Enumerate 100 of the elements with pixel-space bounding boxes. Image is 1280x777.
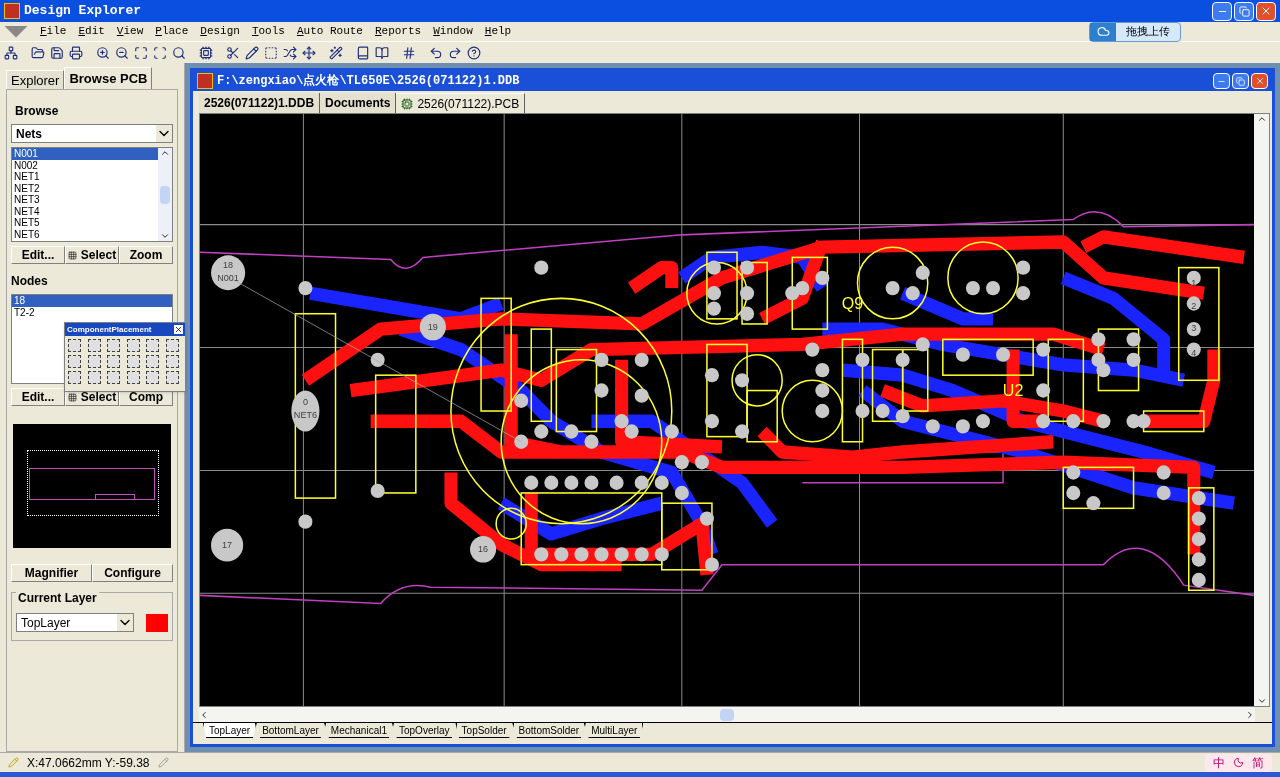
scroll-thumb[interactable] bbox=[720, 708, 734, 721]
menu-item[interactable]: Edit bbox=[78, 23, 105, 40]
pen-icon bbox=[8, 757, 19, 768]
document-tab[interactable]: 2526(071122)1.DDB bbox=[199, 93, 321, 113]
menu-item[interactable]: Place bbox=[155, 23, 189, 40]
close-button[interactable] bbox=[1256, 1, 1276, 21]
palette-title: ComponentPlacement bbox=[67, 323, 152, 336]
minimize-button[interactable] bbox=[1213, 73, 1230, 89]
pcb-label: 16 bbox=[478, 544, 489, 555]
scroll-right-icon bbox=[1245, 709, 1255, 720]
layer-tab[interactable]: TopSolder bbox=[455, 723, 513, 738]
book-button[interactable] bbox=[356, 45, 370, 60]
window-title: Design Explorer bbox=[24, 2, 142, 21]
save-button[interactable] bbox=[50, 45, 64, 60]
group-label: Current Layer bbox=[16, 591, 99, 605]
document-icon bbox=[197, 73, 213, 89]
document-tab[interactable]: Documents bbox=[320, 93, 397, 113]
pcb-label: NET6 bbox=[293, 410, 317, 421]
selection-button[interactable] bbox=[264, 45, 278, 60]
panel-button[interactable]: Select bbox=[65, 246, 119, 264]
menu-item[interactable]: Design bbox=[200, 23, 240, 40]
help-button[interactable] bbox=[467, 45, 481, 60]
node-list-item[interactable]: 18 bbox=[12, 295, 172, 307]
layer-tab[interactable]: Mechanical1 bbox=[324, 723, 393, 738]
maximize-icon bbox=[1236, 76, 1245, 86]
chip-button[interactable] bbox=[199, 45, 213, 60]
pcb-label: 0 bbox=[302, 396, 308, 407]
scissors-button[interactable] bbox=[226, 45, 240, 60]
tree-button[interactable] bbox=[4, 45, 18, 60]
restore-button[interactable] bbox=[1234, 1, 1254, 21]
scroll-left-icon bbox=[199, 709, 209, 720]
panel-button[interactable]: Zoom bbox=[119, 246, 173, 264]
net-list-item[interactable]: NET6 bbox=[12, 228, 158, 240]
panel-button[interactable]: Magnifier bbox=[11, 564, 92, 582]
panel-button[interactable]: Configure bbox=[92, 564, 173, 582]
menu-item[interactable]: Tools bbox=[251, 23, 285, 40]
menu-item[interactable]: View bbox=[116, 23, 144, 40]
maximize-button[interactable] bbox=[1232, 73, 1249, 89]
open-book-button[interactable] bbox=[375, 45, 389, 60]
panel-tab[interactable]: Browse PCB bbox=[64, 67, 153, 89]
close-button[interactable] bbox=[1251, 73, 1268, 89]
document-tab[interactable]: 2526(071122).PCB bbox=[396, 93, 526, 113]
zoom-in-button[interactable] bbox=[96, 45, 110, 60]
net-list-item[interactable]: NET2 bbox=[12, 182, 158, 194]
layer-tab[interactable]: MultiLayer bbox=[585, 723, 644, 738]
group-label: Nodes bbox=[11, 273, 49, 290]
undo-button[interactable] bbox=[429, 45, 443, 60]
shuffle-button[interactable] bbox=[283, 45, 297, 60]
panel-button[interactable]: Edit... bbox=[11, 388, 65, 406]
pcb-label: 19 bbox=[427, 322, 438, 333]
browse-dropdown[interactable]: Nets bbox=[11, 124, 173, 143]
menu-item[interactable]: Window bbox=[433, 23, 473, 40]
net-list-item[interactable]: N002 bbox=[12, 159, 158, 171]
pcb-label: 4 bbox=[1191, 347, 1197, 358]
pcb-label: 3 bbox=[1191, 323, 1197, 334]
upload-button[interactable]: 拖拽上传 bbox=[1089, 21, 1181, 42]
vertical-scrollbar[interactable] bbox=[1254, 114, 1269, 706]
zoom-out-button[interactable] bbox=[115, 45, 129, 60]
open-folder-button[interactable] bbox=[31, 45, 45, 60]
group-label: Browse bbox=[15, 103, 60, 120]
scroll-thumb[interactable] bbox=[160, 185, 170, 204]
ime-indicator: 简 bbox=[1252, 754, 1264, 772]
layer-tab[interactable]: BottomSolder bbox=[512, 723, 586, 738]
pencil-button[interactable] bbox=[245, 45, 259, 60]
zoom-area-button[interactable] bbox=[153, 45, 167, 60]
redo-button[interactable] bbox=[448, 45, 462, 60]
net-list-item[interactable]: NET1 bbox=[12, 171, 158, 183]
layer-dropdown[interactable]: TopLayer bbox=[16, 613, 134, 632]
print-button[interactable] bbox=[69, 45, 83, 60]
grid-button[interactable] bbox=[402, 45, 416, 60]
pcb-icon bbox=[401, 97, 414, 110]
close-icon[interactable] bbox=[174, 325, 183, 334]
grid-icon bbox=[67, 250, 77, 260]
wand-button[interactable] bbox=[329, 45, 343, 60]
panel-tab[interactable]: Explorer bbox=[6, 70, 65, 89]
minimize-button[interactable] bbox=[1212, 1, 1232, 21]
pcb-label: 2 bbox=[1191, 300, 1197, 311]
layer-tab[interactable]: TopOverlay bbox=[393, 723, 456, 738]
pen-icon bbox=[157, 757, 169, 768]
horizontal-scrollbar[interactable] bbox=[199, 707, 1255, 722]
menu-item[interactable]: Auto Route bbox=[296, 23, 363, 40]
net-list-item[interactable]: NET3 bbox=[12, 194, 158, 206]
node-list-item[interactable]: T2-2 bbox=[12, 306, 172, 318]
scroll-up-icon bbox=[1256, 114, 1267, 124]
pcb-label: N001 bbox=[217, 272, 239, 283]
scrollbar[interactable] bbox=[158, 148, 172, 241]
layer-tab[interactable]: BottomLayer bbox=[256, 723, 325, 738]
move-button[interactable] bbox=[302, 45, 316, 60]
panel-button[interactable]: Edit... bbox=[11, 246, 65, 264]
scroll-down-icon bbox=[1256, 696, 1267, 706]
app-icon bbox=[4, 3, 20, 19]
menu-item[interactable]: Help bbox=[484, 23, 512, 40]
net-list-item[interactable]: NET4 bbox=[12, 205, 158, 217]
menu-item[interactable]: Reports bbox=[374, 23, 422, 40]
search-button[interactable] bbox=[172, 45, 186, 60]
menu-item[interactable]: File bbox=[40, 23, 67, 40]
layer-tab[interactable]: TopLayer bbox=[203, 723, 257, 738]
net-list-item[interactable]: N001 bbox=[12, 148, 158, 160]
zoom-fit-button[interactable] bbox=[134, 45, 148, 60]
net-list-item[interactable]: NET5 bbox=[12, 217, 158, 229]
